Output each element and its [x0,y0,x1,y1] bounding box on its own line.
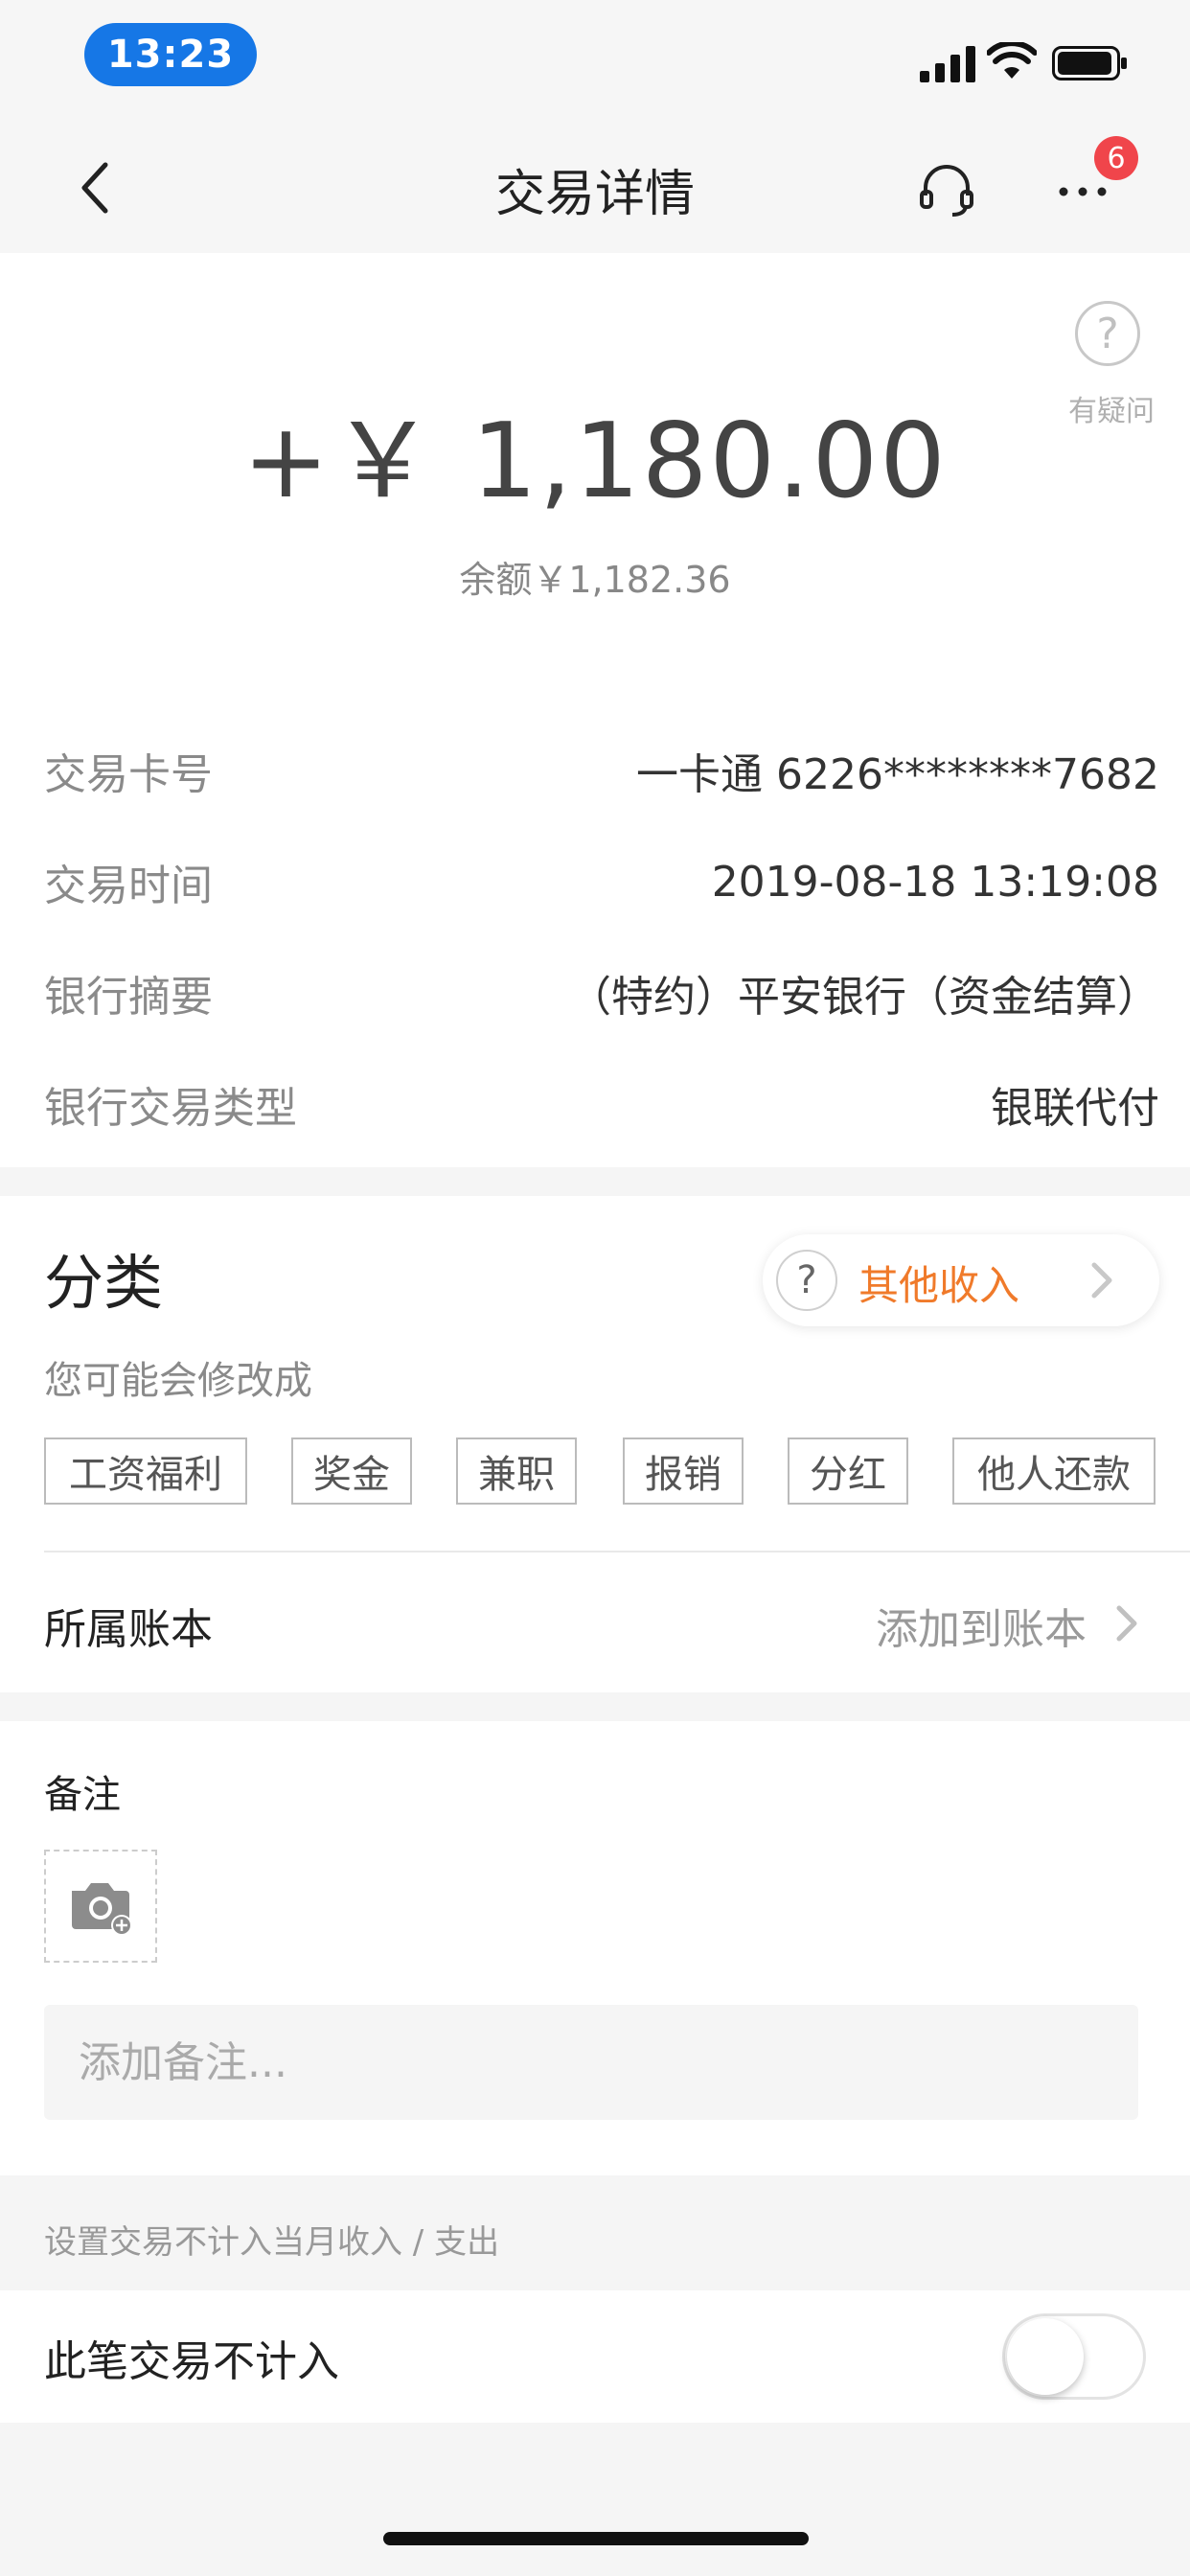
detail-row-card-number: 交易卡号 一卡通 6226********7682 [44,732,1159,809]
detail-row-time: 交易时间 2019-08-18 13:19:08 [44,843,1159,920]
account-balance: 余额￥1,182.36 [459,559,731,601]
category-tag[interactable]: 报销 [623,1438,744,1505]
exclude-label: 此笔交易不计入 [44,2337,339,2386]
category-selector[interactable]: ? 其他收入 [763,1234,1159,1326]
toggle-knob [1007,2318,1084,2395]
current-category: 其他收入 [858,1262,1020,1309]
detail-value: （特约）平安银行（资金结算） [569,973,1159,1022]
add-to-ledger[interactable]: 添加到账本 [876,1595,1087,1656]
note-input[interactable] [44,2005,1138,2120]
notification-badge: 6 [1094,136,1138,180]
category-tag[interactable]: 兼职 [456,1438,577,1505]
ledger-label: 所属账本 [44,1605,213,1654]
exclude-transaction-row: 此笔交易不计入 [0,2290,1190,2423]
detail-row-bank-summary: 银行摘要 （特约）平安银行（资金结算） [44,954,1159,1031]
home-indicator[interactable] [383,2532,809,2545]
status-bar: 13:23 [0,0,1190,115]
detail-value: 银联代付 [991,1084,1159,1133]
question-icon[interactable]: ? [1075,301,1140,366]
question-icon[interactable]: ? [776,1250,837,1311]
ledger-row[interactable]: 所属账本 添加到账本 [44,1579,1159,1666]
detail-row-transaction-type: 银行交易类型 银联代付 [44,1066,1159,1142]
transaction-summary-card: ? 有疑问 +￥ 1,180.00 余额￥1,182.36 交易卡号 一卡通 6… [0,253,1190,1167]
page-title: 交易详情 [494,166,695,223]
battery-icon [1052,46,1127,80]
detail-label: 银行交易类型 [44,1084,297,1133]
category-card: 分类 ? 其他收入 您可能会修改成 工资福利 奖金 兼职 报销 分红 他人还款 … [0,1196,1190,1692]
divider [44,1551,1190,1552]
detail-value: 2019-08-18 13:19:08 [711,857,1159,907]
cellular-signal-icon [920,46,975,82]
category-title: 分类 [44,1248,164,1318]
detail-label: 交易卡号 [44,750,213,799]
category-hint: 您可能会修改成 [44,1359,312,1403]
category-tag[interactable]: 奖金 [291,1438,412,1505]
chevron-right-icon [1116,1605,1137,1642]
chevron-right-icon [1091,1262,1112,1299]
category-tag[interactable]: 工资福利 [44,1438,247,1505]
detail-value: 一卡通 6226********7682 [636,750,1159,799]
camera-add-icon [72,1883,132,1936]
notes-title: 备注 [44,1773,121,1817]
transaction-amount: +￥ 1,180.00 [242,402,948,521]
add-photo-button[interactable] [44,1850,157,1963]
detail-label: 交易时间 [44,862,213,910]
category-tag[interactable]: 他人还款 [952,1438,1156,1505]
wifi-icon [987,42,1037,79]
detail-label: 银行摘要 [44,973,213,1022]
exclude-toggle[interactable] [1002,2313,1146,2400]
suggested-category-tags: 工资福利 奖金 兼职 报销 分红 他人还款 [44,1438,1159,1505]
exclude-section-hint: 设置交易不计入当月收入 / 支出 [44,2223,500,2262]
category-tag[interactable]: 分红 [788,1438,908,1505]
nav-bar: 交易详情 6 [0,115,1190,253]
status-time: 13:23 [84,23,257,86]
customer-service-headset-icon[interactable] [916,159,977,220]
notes-card: 备注 [0,1721,1190,2175]
